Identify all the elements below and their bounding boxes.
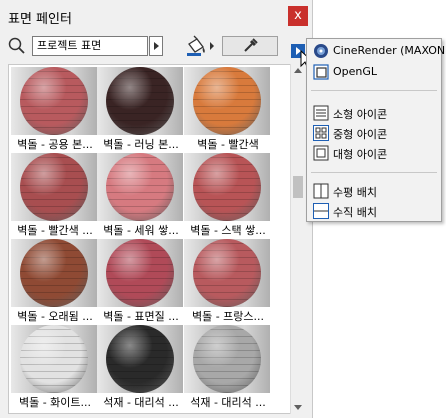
material-preview-sphere (106, 153, 174, 221)
menu-item-label: 중형 아이콘 (333, 128, 388, 141)
material-preview-sphere (193, 67, 261, 135)
menu-item-opengl[interactable]: OpenGL (307, 62, 441, 82)
menu-item-medium-icons[interactable]: 중형 아이콘 (307, 123, 441, 143)
material-tile[interactable]: 벽돌 - 표면질 ... (97, 239, 185, 327)
menu-separator (311, 90, 437, 91)
material-tile[interactable]: 벽돌 - 빨간색 ... (11, 153, 99, 241)
material-label: 벽돌 - 빨간색 (197, 138, 259, 151)
material-tile[interactable]: 벽돌 - 빨간색 (184, 67, 272, 155)
material-preview-sphere (193, 325, 261, 393)
window-title: 표면 페인터 (8, 12, 72, 27)
material-tile[interactable]: 벽돌 - 스택 쌓... (184, 153, 272, 241)
menu-item-horizontal-layout[interactable]: 수평 배치 (307, 181, 441, 201)
material-label: 벽돌 - 공용 본... (17, 138, 93, 151)
material-tile[interactable]: 석재 - 대리석 ... (184, 325, 272, 413)
material-preview-sphere (20, 153, 88, 221)
material-preview-sphere (20, 67, 88, 135)
material-label: 벽돌 - 스택 쌓... (190, 224, 266, 237)
search-icon (8, 37, 25, 54)
paint-bucket-icon[interactable] (185, 35, 207, 57)
menu-item-label: 소형 아이콘 (333, 108, 388, 121)
scroll-down-arrow[interactable] (294, 405, 302, 410)
search-dropdown-button[interactable] (149, 36, 163, 56)
menu-item-label: 대형 아이콘 (333, 148, 388, 161)
menu-item-large-icons[interactable]: 대형 아이콘 (307, 143, 441, 163)
medium-icons-icon (313, 125, 329, 141)
bucket-dropdown-arrow[interactable] (210, 42, 214, 50)
opengl-icon (313, 64, 329, 80)
cinerender-icon (314, 44, 328, 58)
material-label: 석재 - 대리석 ... (190, 396, 266, 409)
small-icons-icon (313, 105, 329, 121)
material-preview-sphere (106, 325, 174, 393)
vertical-layout-icon (313, 203, 329, 219)
material-label: 석재 - 대리석 ... (103, 396, 179, 409)
material-tile[interactable]: 석재 - 대리석 ... (97, 325, 185, 413)
material-label: 벽돌 - 러닝 본... (103, 138, 179, 151)
material-preview-sphere (20, 325, 88, 393)
material-tile[interactable]: 벽돌 - 공용 본... (11, 67, 99, 155)
material-label: 벽돌 - 프랑스... (191, 310, 265, 323)
context-menu: CineRender (MAXON) OpenGL 소형 아이콘 중형 아이콘 (306, 38, 446, 222)
menu-item-vertical-layout[interactable]: 수직 배치 (307, 201, 441, 221)
material-grid: 벽돌 - 공용 본... 벽돌 - 러닝 본... 벽돌 - 빨간색벽돌 - 빨간색… (8, 64, 304, 414)
horizontal-layout-icon (313, 183, 329, 199)
eyedropper-icon (244, 38, 258, 52)
close-button[interactable]: x (288, 6, 308, 26)
search-input[interactable]: 프로젝트 표면 (32, 36, 148, 56)
menu-separator (311, 172, 437, 173)
material-label: 벽돌 - 오래됨 ... (17, 310, 93, 323)
material-label: 벽돌 - 빨간색 ... (17, 224, 93, 237)
large-icons-icon (313, 145, 329, 161)
vertical-scrollbar[interactable] (290, 64, 304, 414)
material-tile[interactable]: 벽돌 - 프랑스... (184, 239, 272, 327)
menu-item-small-icons[interactable]: 소형 아이콘 (307, 103, 441, 123)
material-preview-sphere (193, 153, 261, 221)
menu-item-label: OpenGL (333, 65, 378, 78)
title-bar[interactable]: 표면 페인터 x (0, 0, 312, 32)
scrollbar-thumb[interactable] (293, 176, 303, 198)
menu-item-label: 수평 배치 (333, 186, 377, 199)
menu-item-label: 수직 배치 (333, 206, 377, 219)
material-tile[interactable]: 벽돌 - 오래됨 ... (11, 239, 99, 327)
surface-painter-panel: 표면 페인터 x 프로젝트 표면 벽돌 - 공용 본... 벽돌 - 러닝 본..… (0, 0, 313, 418)
material-label: 벽돌 - 세워 쌓... (103, 224, 179, 237)
material-preview-sphere (20, 239, 88, 307)
material-preview-sphere (106, 239, 174, 307)
menu-item-label: CineRender (MAXON) (333, 44, 446, 57)
material-tile[interactable]: 벽돌 - 세워 쌓... (97, 153, 185, 241)
material-tile[interactable]: 벽돌 - 화이트... (11, 325, 99, 413)
menu-item-cinerender[interactable]: CineRender (MAXON) (307, 41, 446, 61)
material-preview-sphere (193, 239, 261, 307)
material-label: 벽돌 - 표면질 ... (103, 310, 179, 323)
material-tile[interactable]: 벽돌 - 러닝 본... (97, 67, 185, 155)
material-preview-sphere (106, 67, 174, 135)
material-label: 벽돌 - 화이트... (18, 396, 92, 409)
eyedropper-button[interactable] (222, 36, 278, 56)
